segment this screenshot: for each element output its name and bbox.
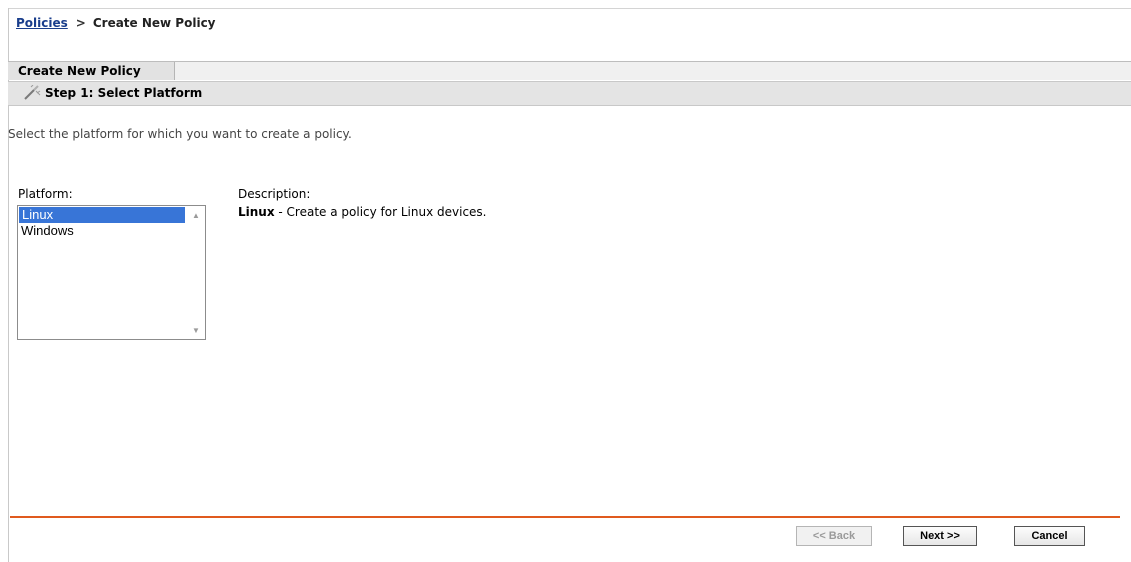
listbox-scrollbar[interactable]: ▲ ▼: [188, 206, 205, 339]
panel-title-tab: Create New Policy: [8, 62, 175, 80]
panel-title-bar: Create New Policy: [8, 61, 1131, 81]
scroll-down-arrow-icon[interactable]: ▼: [192, 326, 200, 335]
cancel-button[interactable]: Cancel: [1014, 526, 1085, 546]
breadcrumb-separator: >: [75, 16, 86, 30]
next-button[interactable]: Next >>: [903, 526, 977, 546]
panel-title-bar-fill: [175, 62, 1131, 80]
description-platform-name: Linux: [238, 205, 275, 219]
description-body: - Create a policy for Linux devices.: [274, 205, 487, 219]
platform-label: Platform:: [18, 187, 73, 201]
breadcrumb-current: Create New Policy: [92, 16, 216, 30]
page-top-border: [8, 8, 1131, 9]
footer-divider: [10, 516, 1120, 518]
back-button[interactable]: << Back: [796, 526, 872, 546]
step-title: Step 1: Select Platform: [45, 86, 203, 100]
scroll-up-arrow-icon[interactable]: ▲: [192, 211, 200, 220]
wand-icon: [24, 85, 41, 100]
step-header: Step 1: Select Platform: [8, 81, 1131, 106]
breadcrumb: Policies > Create New Policy: [16, 16, 216, 30]
description-label: Description:: [238, 187, 311, 201]
platform-option-windows[interactable]: Windows: [18, 223, 184, 239]
breadcrumb-policies-link[interactable]: Policies: [16, 16, 68, 30]
platform-listbox[interactable]: Linux Windows ▲ ▼: [17, 205, 206, 340]
platform-option-linux[interactable]: Linux: [19, 207, 185, 223]
instructions-text: Select the platform for which you want t…: [8, 127, 352, 141]
description-text: Linux - Create a policy for Linux device…: [238, 205, 487, 219]
